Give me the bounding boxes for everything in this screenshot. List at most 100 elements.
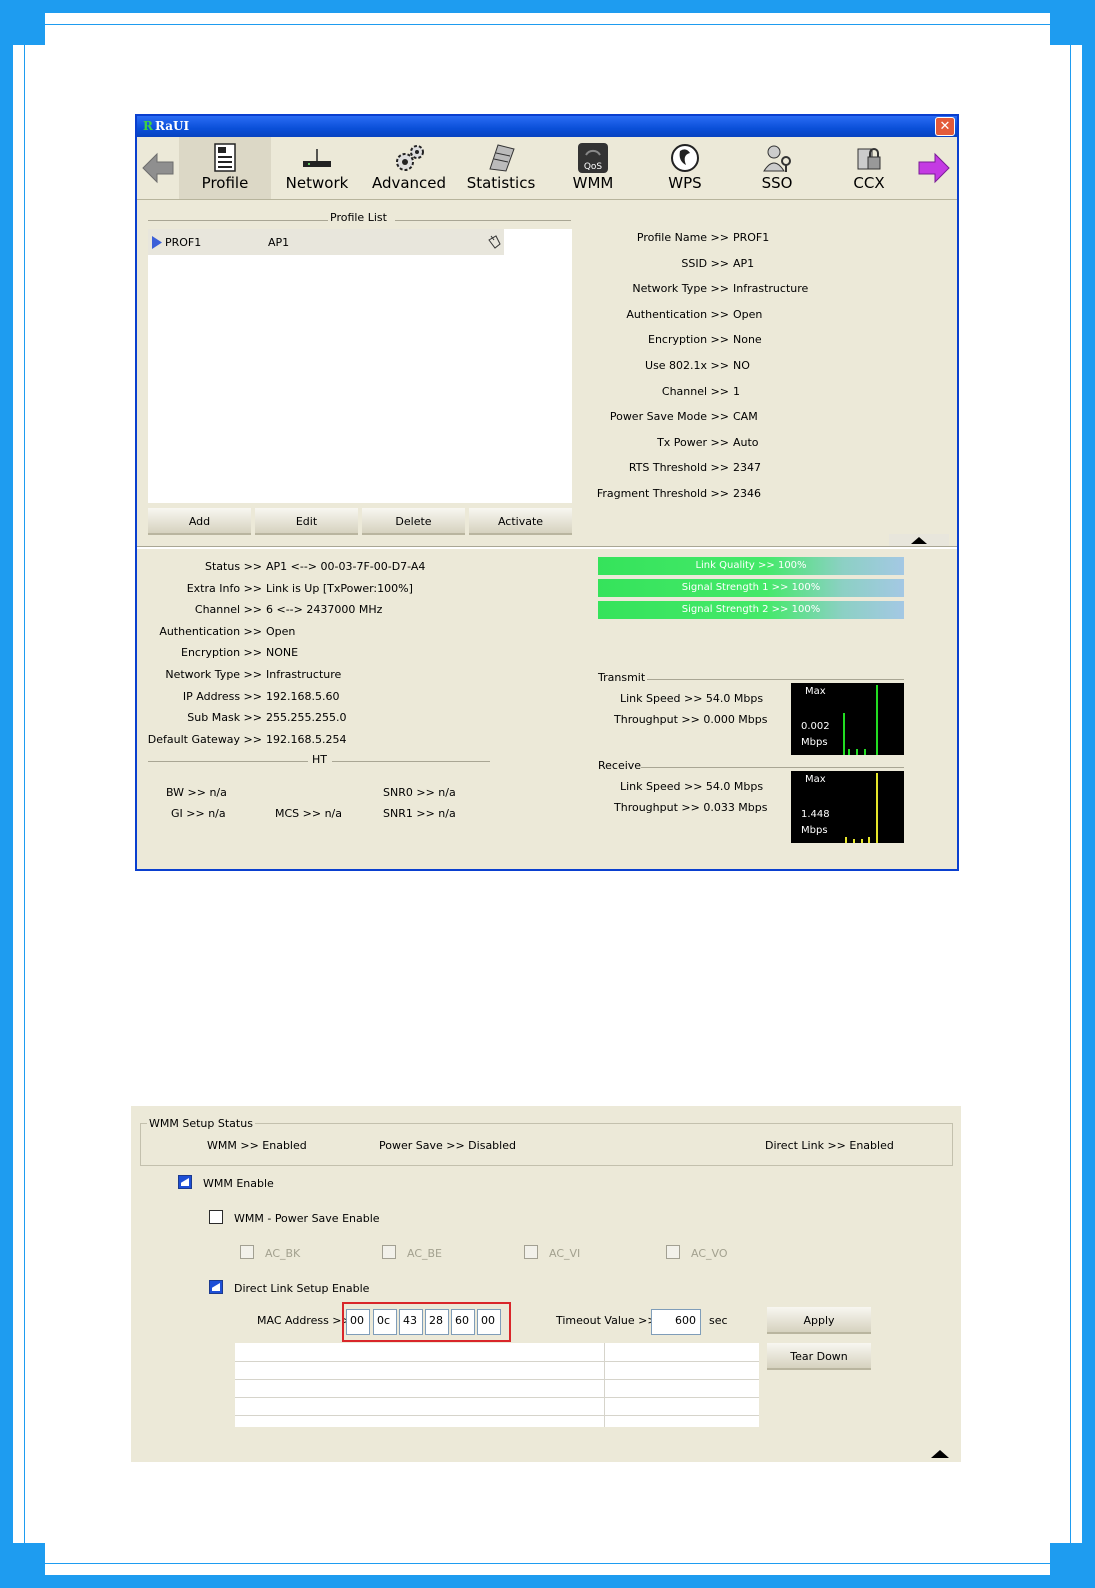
profile-detail-key: Authentication >>	[626, 307, 729, 321]
tab-ccx[interactable]: CCX	[823, 137, 915, 199]
status-value: AP1 <--> 00-03-7F-00-D7-A4	[266, 560, 426, 573]
sso-icon	[763, 145, 791, 172]
activate-profile-button[interactable]: Activate	[469, 508, 572, 535]
signal-strength-1-bar: Signal Strength 1 >> 100%	[598, 579, 904, 597]
ht-mcs: MCS >> n/a	[275, 807, 342, 820]
direct-link-setup-label: Direct Link Setup Enable	[234, 1282, 370, 1295]
back-arrow-icon[interactable]	[141, 151, 175, 185]
apply-button[interactable]: Apply	[767, 1307, 871, 1334]
wps-icon	[671, 144, 699, 172]
wmm-power-save-checkbox[interactable]	[209, 1210, 223, 1224]
status-value: 255.255.255.0	[266, 711, 347, 725]
timeout-unit: sec	[709, 1314, 728, 1327]
wmm-setup-status-title: WMM Setup Status	[147, 1117, 255, 1130]
tab-network-label: Network	[285, 174, 349, 192]
tab-profile[interactable]: Profile	[179, 137, 271, 199]
ac-vo-label: AC_VO	[691, 1247, 728, 1260]
timeout-input[interactable]: 600	[651, 1309, 701, 1335]
ht-bw: BW >> n/a	[166, 786, 227, 799]
profile-row[interactable]: PROF1 AP1	[148, 229, 504, 255]
power-save-status: Power Save >> Disabled	[379, 1139, 516, 1152]
toolbar: Profile Network Advanced Statistics QoS …	[137, 137, 957, 200]
profile-detail-value: CAM	[733, 410, 758, 424]
profile-detail-key: Use 802.1x >>	[645, 359, 729, 372]
wmm-qos-icon: QoS	[578, 143, 608, 173]
collapse-arrow-icon[interactable]	[889, 534, 949, 546]
status-value: 192.168.5.60	[266, 689, 340, 703]
collapse-arrow-icon[interactable]	[929, 1448, 951, 1460]
tab-wps[interactable]: WPS	[639, 137, 731, 199]
ac-bk-checkbox[interactable]	[240, 1245, 254, 1259]
advanced-icon	[396, 145, 424, 171]
profile-detail-key: Network Type >>	[632, 282, 729, 296]
profile-detail-value: Auto	[733, 435, 759, 449]
profile-detail-value: PROF1	[733, 231, 770, 244]
mac-address-label: MAC Address >>	[257, 1314, 351, 1327]
transmit-title: Transmit	[598, 671, 646, 684]
mac-octet-3-input[interactable]: 43	[399, 1309, 423, 1335]
wmm-enable-checkbox[interactable]	[178, 1175, 192, 1189]
status-value: Open	[266, 624, 296, 638]
network-icon	[303, 149, 331, 167]
mac-octet-6-input[interactable]: 00	[477, 1309, 501, 1335]
tab-advanced[interactable]: Advanced	[363, 137, 455, 199]
profile-list[interactable]: PROF1 AP1	[148, 229, 572, 503]
forward-arrow-icon[interactable]	[917, 151, 951, 185]
status-key: Channel >>	[194, 603, 262, 617]
tab-statistics[interactable]: Statistics	[455, 137, 547, 199]
transmit-throughput: Throughput >> 0.000 Mbps	[614, 713, 768, 726]
mac-octet-5-input[interactable]: 60	[451, 1309, 475, 1335]
status-value: Link is Up [TxPower:100%]	[266, 581, 413, 595]
connected-hand-icon	[488, 235, 501, 249]
direct-link-setup-checkbox[interactable]	[209, 1280, 223, 1294]
mac-octet-2-input[interactable]: 0c	[373, 1309, 397, 1335]
ac-vo-checkbox[interactable]	[666, 1245, 680, 1259]
wmm-panel: WMM Setup Status WMM >> Enabled Power Sa…	[131, 1106, 961, 1462]
ht-title: HT	[312, 753, 327, 766]
delete-profile-button[interactable]: Delete	[362, 508, 465, 535]
status-key: Network Type >>	[165, 668, 262, 681]
tab-network[interactable]: Network	[271, 137, 363, 199]
tear-down-button[interactable]: Tear Down	[767, 1343, 871, 1370]
profile-list-title: Profile List	[330, 211, 387, 224]
window-title: RaUI	[154, 119, 190, 133]
status-value: 192.168.5.254	[266, 732, 347, 746]
tab-sso[interactable]: SSO	[731, 137, 823, 199]
edit-profile-button[interactable]: Edit	[255, 508, 358, 535]
timeout-label: Timeout Value >>	[556, 1314, 657, 1327]
status-key: Authentication >>	[159, 624, 262, 638]
mac-octet-1-input[interactable]: 00	[346, 1309, 370, 1335]
profile-detail-key: SSID >>	[681, 256, 729, 270]
receive-title: Receive	[598, 759, 642, 772]
title-bar[interactable]: R RaUI	[137, 116, 957, 137]
direct-link-table[interactable]	[235, 1343, 759, 1427]
statistics-icon	[489, 144, 515, 172]
profile-detail-value: AP1	[733, 256, 755, 270]
add-profile-button[interactable]: Add	[148, 508, 251, 535]
profile-detail-key: Power Save Mode >>	[609, 410, 729, 424]
profile-name: PROF1	[165, 236, 202, 249]
ac-be-checkbox[interactable]	[382, 1245, 396, 1259]
wmm-power-save-label: WMM - Power Save Enable	[234, 1212, 380, 1225]
receive-graph: Max 1.448 Mbps	[791, 771, 904, 843]
qos-badge: QoS	[584, 162, 603, 172]
tab-wmm[interactable]: QoS WMM	[547, 137, 639, 199]
profile-detail-value: 2347	[733, 461, 761, 475]
raui-logo: R	[143, 119, 153, 133]
profile-detail-value: None	[733, 333, 762, 347]
profile-detail-value: Infrastructure	[733, 282, 809, 296]
wmm-status: WMM >> Enabled	[207, 1139, 307, 1152]
status-value: 6 <--> 2437000 MHz	[266, 603, 383, 617]
ac-vi-checkbox[interactable]	[524, 1245, 538, 1259]
status-key: Extra Info >>	[186, 581, 262, 595]
receive-throughput: Throughput >> 0.033 Mbps	[614, 801, 768, 814]
transmit-link-speed: Link Speed >> 54.0 Mbps	[620, 692, 764, 705]
status-key: Encryption >>	[181, 646, 262, 660]
profile-detail-value: 1	[733, 384, 740, 398]
raui-window: R RaUI ✕ Profile Network Advanced Statis…	[135, 114, 959, 871]
profile-detail-key: Encryption >>	[648, 333, 729, 347]
mac-octet-4-input[interactable]: 28	[425, 1309, 449, 1335]
profile-ssid: AP1	[268, 236, 290, 249]
close-button[interactable]: ✕	[935, 117, 955, 136]
ht-snr1: SNR1 >> n/a	[383, 807, 456, 820]
